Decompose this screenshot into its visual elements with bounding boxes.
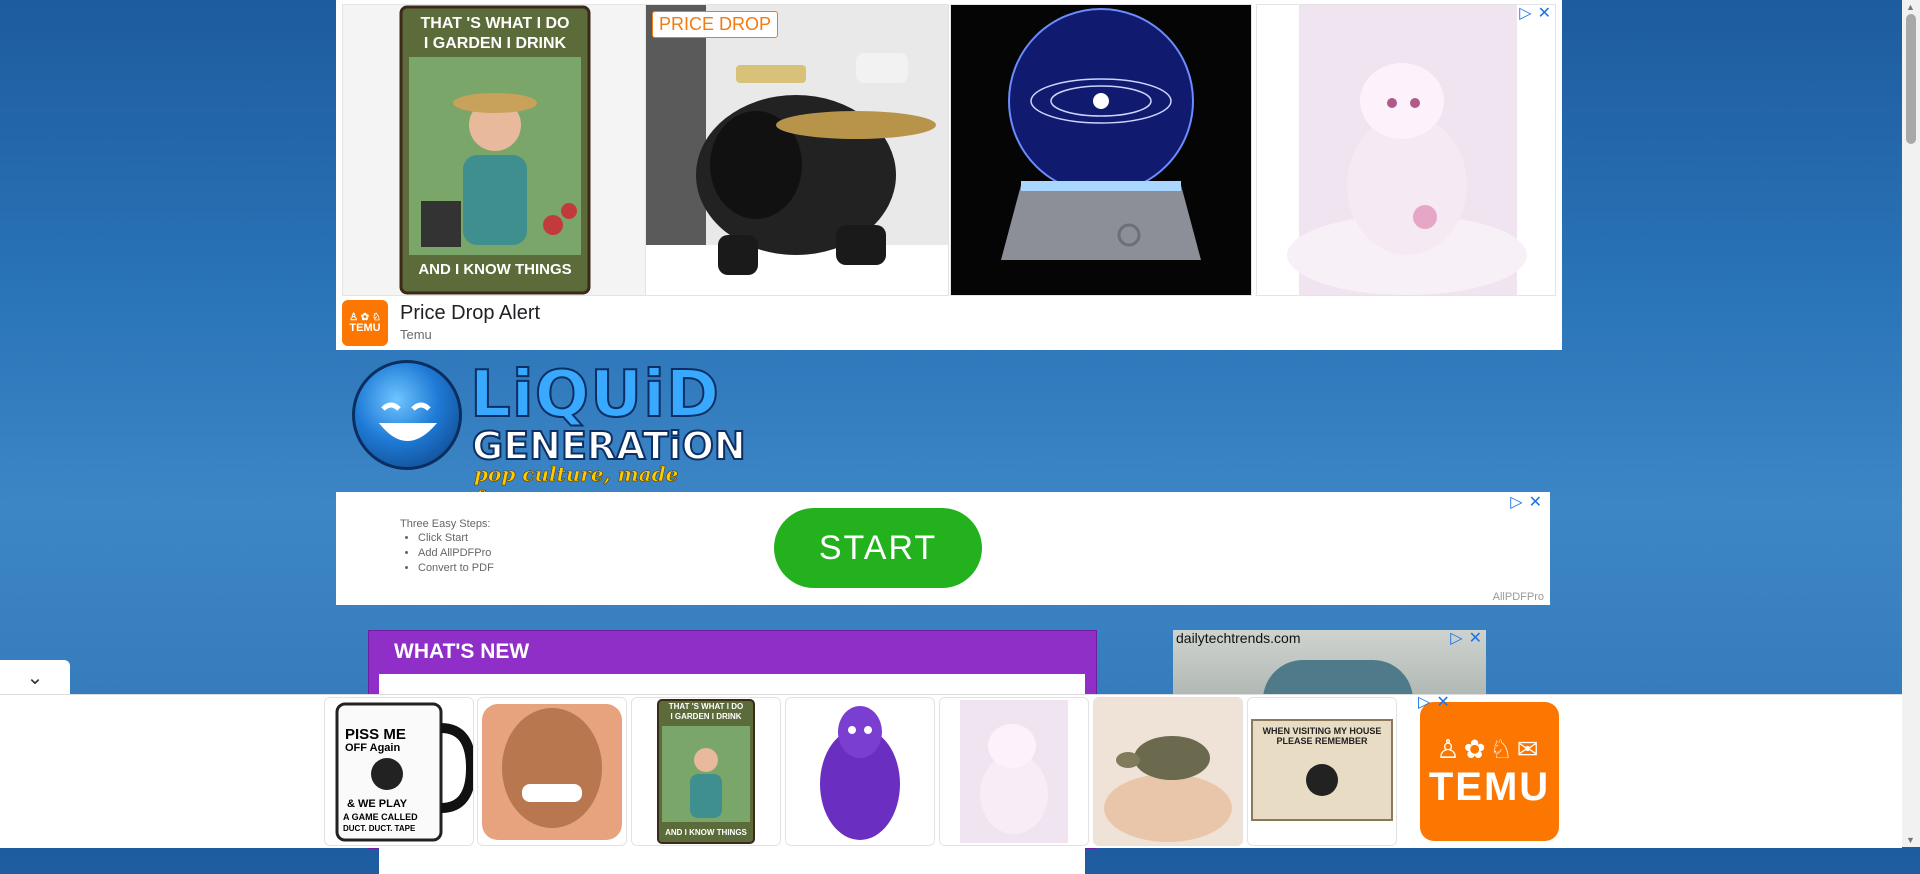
ad-step-item: Convert to PDF — [418, 562, 494, 574]
vertical-scrollbar[interactable]: ▲ ▼ — [1902, 0, 1920, 847]
house-sign-text: WHEN VISITING MY HOUSE PLEASE REMEMBER — [1262, 726, 1382, 746]
ad-product-tile-bulldog[interactable]: PRICE DROP — [645, 4, 949, 296]
sign-bottom-text: AND I KNOW THINGS — [418, 261, 572, 278]
ad-brand-label: AllPDFPro — [1492, 591, 1544, 603]
mug-text-5: DUCT. DUCT. TAPE — [343, 824, 416, 833]
white-dragon-small-image — [940, 698, 1088, 845]
ad-product-tile-dragon[interactable]: ▷ ✕ — [1256, 4, 1556, 296]
site-logo[interactable]: LiQUiD GENERATiON pop culture, made funn… — [352, 356, 747, 510]
close-ad-icon[interactable]: ✕ — [1469, 630, 1482, 648]
ad-title[interactable]: Price Drop Alert — [400, 302, 540, 325]
ad-step-item: Add AllPDFPro — [418, 547, 494, 559]
ad-product-mug[interactable]: PISS ME OFF Again & WE PLAY A GAME CALLE… — [324, 697, 474, 846]
chevron-down-icon: ⌄ — [26, 666, 44, 689]
ad-product-face-pillow[interactable] — [477, 697, 627, 846]
temu-logo-text: TEMU — [349, 322, 381, 334]
adchoices-icon[interactable]: ▷ — [1510, 492, 1522, 512]
ad-product-tile-sign[interactable]: THAT 'S WHAT I DO I GARDEN I DRINK AND I… — [342, 4, 648, 296]
adchoices-icon[interactable]: ▷ — [1519, 5, 1531, 23]
ad-product-purple-plush[interactable] — [785, 697, 935, 846]
ad-domain[interactable]: dailytechtrends.com — [1176, 630, 1301, 646]
ad-product-dragon[interactable] — [939, 697, 1089, 846]
ad-controls: ▷ ✕ — [1519, 5, 1551, 23]
sign-top-text-2: I GARDEN I DRINK — [423, 35, 567, 52]
temu-logo-icon: ♙ ✿ ♘ TEMU — [342, 300, 388, 346]
house-sign-image — [1248, 698, 1396, 845]
allpdfpro-ad-banner[interactable]: Three Easy Steps: Click Start Add AllPDF… — [336, 492, 1550, 605]
mug-text-3: & WE PLAY — [347, 798, 408, 810]
logo-word-liquid: LiQUiD — [469, 357, 721, 433]
sign-top-text-1: THAT 'S WHAT I DO — [668, 702, 744, 711]
mug-image — [325, 698, 473, 845]
ad-controls: ▷ ✕ — [1450, 630, 1482, 648]
smiley-face-graphic — [379, 402, 437, 441]
start-button[interactable]: START — [774, 508, 982, 588]
ad-product-garden-sign[interactable]: THAT 'S WHAT I DO I GARDEN I DRINK AND I… — [631, 697, 781, 846]
close-ad-icon[interactable]: ✕ — [1538, 5, 1551, 23]
ad-controls: ▷ ✕ — [1510, 492, 1542, 512]
temu-wordmark: TEMU — [1428, 764, 1551, 809]
ad-product-house-sign[interactable]: WHEN VISITING MY HOUSE PLEASE REMEMBER — [1247, 697, 1397, 846]
scroll-up-arrow-icon[interactable]: ▲ — [1906, 2, 1915, 12]
scroll-down-arrow-icon[interactable]: ▼ — [1906, 835, 1915, 845]
whats-new-title: WHAT'S NEW — [394, 640, 530, 663]
purple-plush-image — [786, 698, 934, 845]
top-ad-banner[interactable]: THAT 'S WHAT I DO I GARDEN I DRINK AND I… — [336, 0, 1562, 350]
ad-product-tile-crystal-ball[interactable] — [950, 4, 1252, 296]
bulldog-tray-image — [646, 5, 948, 295]
sign-bottom-text: AND I KNOW THINGS — [665, 828, 747, 837]
price-drop-badge: PRICE DROP — [652, 11, 779, 38]
mug-text-4: A GAME CALLED — [343, 812, 418, 822]
ad-steps-title: Three Easy Steps: — [400, 518, 491, 530]
face-pillow-image — [478, 698, 626, 845]
ad-product-turtle[interactable] — [1093, 697, 1243, 846]
temu-logo-large[interactable]: ♙✿♘✉ TEMU — [1420, 702, 1559, 841]
ad-advertiser[interactable]: Temu — [400, 327, 432, 342]
mug-text-2: OFF Again — [345, 742, 401, 754]
temu-glyphs-icon: ♙✿♘✉ — [1436, 733, 1543, 764]
adchoices-icon[interactable]: ▷ — [1450, 630, 1462, 648]
crystal-ball-image — [951, 5, 1251, 295]
close-ad-icon[interactable]: ✕ — [1529, 492, 1542, 512]
adchoices-icon[interactable]: ▷ — [1418, 692, 1430, 712]
close-ad-icon[interactable]: ✕ — [1436, 692, 1449, 712]
white-dragon-image — [1257, 5, 1555, 295]
ad-steps: Three Easy Steps: Click Start Add AllPDF… — [400, 518, 494, 577]
collapse-ad-button[interactable]: ⌄ — [0, 660, 70, 694]
sign-top-text-1: THAT 'S WHAT I DO — [420, 15, 570, 32]
ad-step-item: Click Start — [418, 532, 494, 544]
scrollbar-thumb[interactable] — [1906, 14, 1916, 144]
sign-top-text-2: I GARDEN I DRINK — [670, 712, 742, 721]
bottom-ad-controls: ▷ ✕ — [1418, 692, 1450, 712]
smiley-face-icon — [352, 360, 462, 470]
turtle-image — [1094, 698, 1242, 845]
mug-text-1: PISS ME — [345, 726, 406, 743]
